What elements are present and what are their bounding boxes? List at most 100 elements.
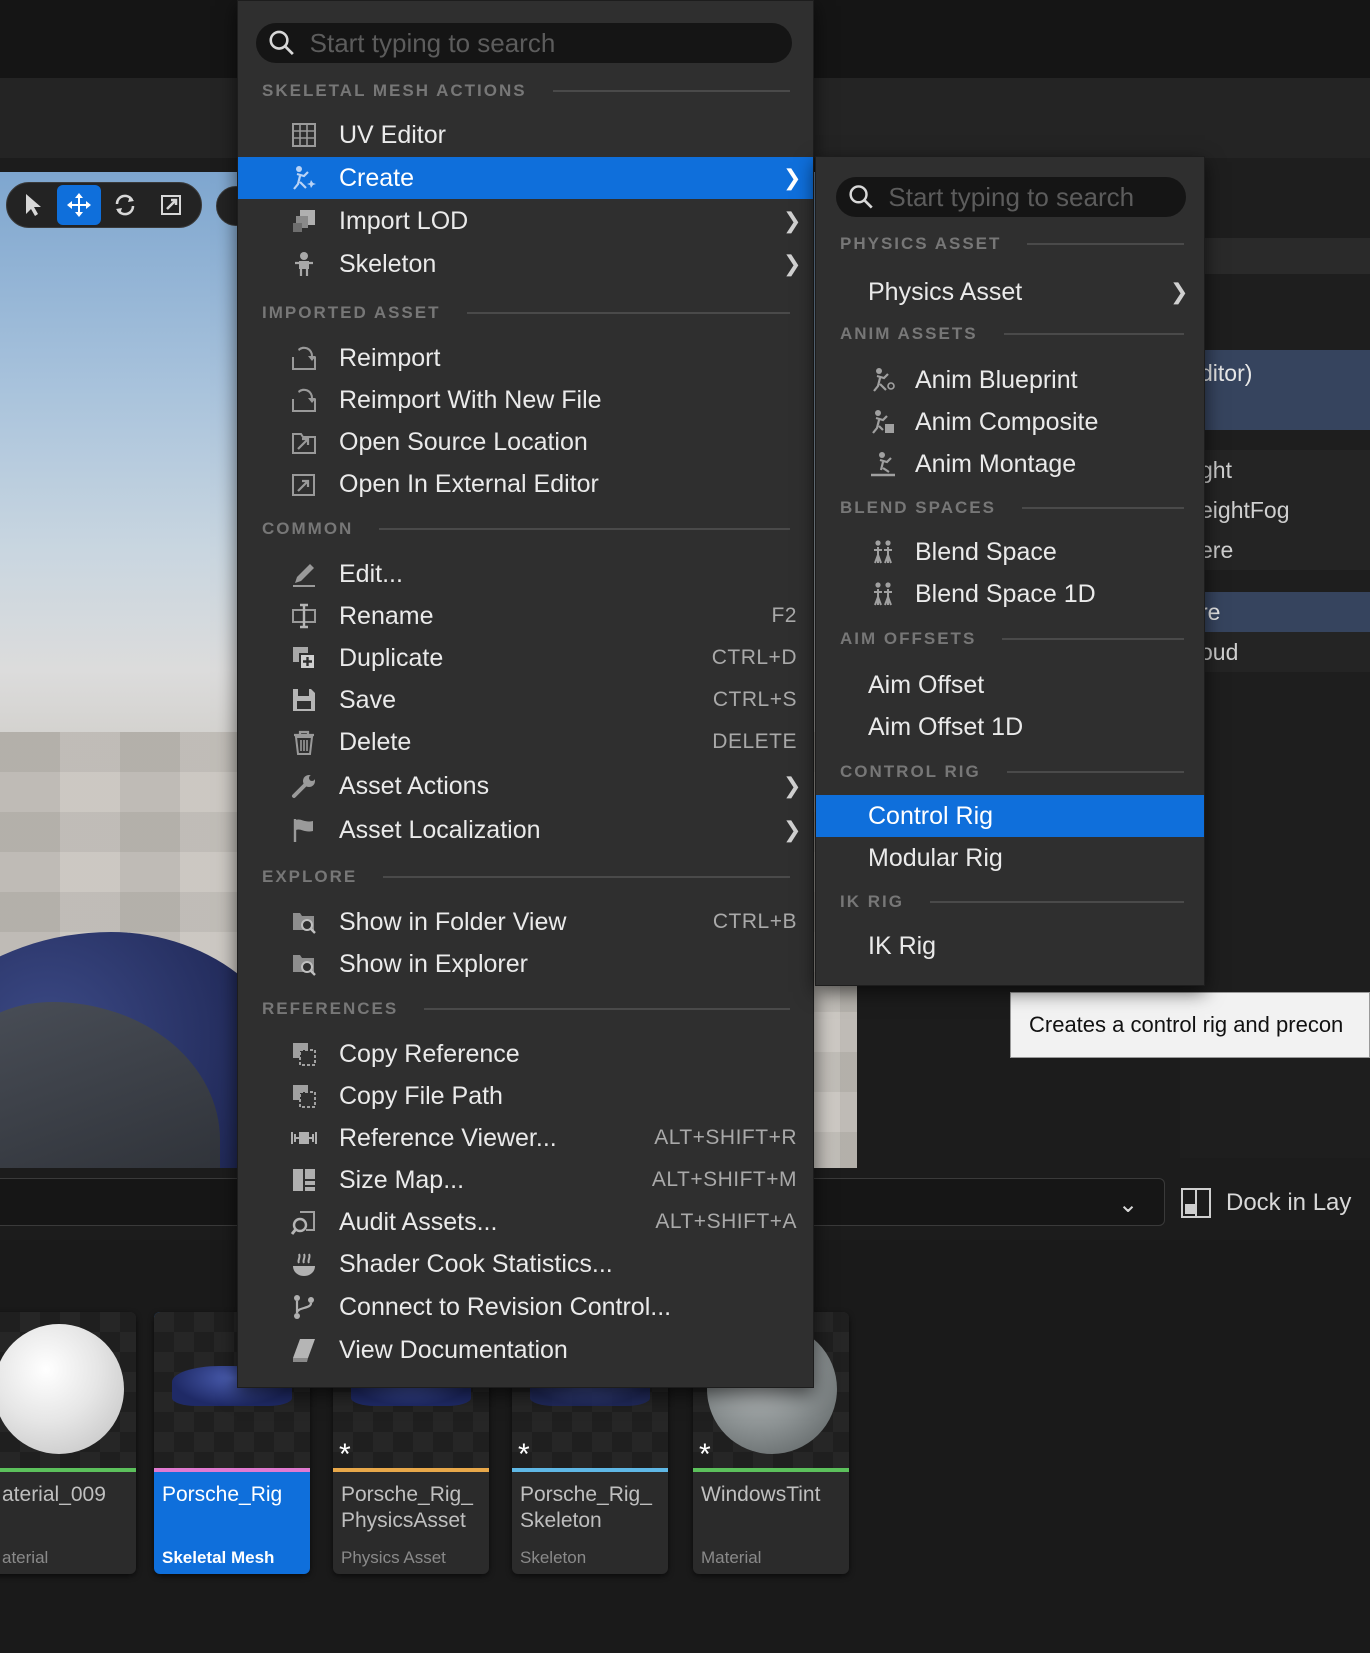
menu-item-control-rig[interactable]: Control Rig [816,795,1204,837]
menu-item-label: Skeleton [339,249,437,278]
menu-item-shader-cook-statistics[interactable]: Shader Cook Statistics... [238,1243,813,1285]
menu-item-copy-reference[interactable]: Copy Reference [238,1033,813,1075]
menu-item-size-map[interactable]: Size Map... ALT+SHIFT+M [238,1159,813,1201]
menu-search-field[interactable] [256,23,792,63]
outliner-row[interactable]: oud [1180,632,1370,672]
section-imported-asset: IMPORTED ASSET [262,301,790,325]
outliner-row[interactable]: ere [1180,530,1370,570]
menu-item-copy-file-path[interactable]: Copy File Path [238,1075,813,1117]
menu-item-blend-space[interactable]: Blend Space [816,531,1204,573]
menu-item-show-in-explorer[interactable]: Show in Explorer [238,943,813,985]
menu-item-reference-viewer[interactable]: Reference Viewer... ALT+SHIFT+R [238,1117,813,1159]
asset-name: Porsche_Rig [162,1483,283,1506]
menu-item-uv-editor[interactable]: UV Editor [238,114,813,156]
menu-item-audit-assets[interactable]: Audit Assets... ALT+SHIFT+A [238,1201,813,1243]
uv-grid-icon [289,120,319,150]
menu-item-label: Save [339,685,396,714]
asset-type-bar [693,1468,849,1472]
section-divider [1002,638,1184,640]
section-divider [1003,333,1184,335]
menu-item-import-lod[interactable]: Import LOD ❯ [238,200,813,242]
blend-space-1d-icon [868,579,898,609]
menu-item-create[interactable]: Create ❯ [238,157,813,199]
submenu-search-field[interactable] [836,177,1186,217]
section-title: COMMON [262,519,354,538]
create-sparkle-icon [289,163,319,193]
menu-item-edit[interactable]: Edit... [238,553,813,595]
external-link-icon [289,469,319,499]
menu-item-asset-actions[interactable]: Asset Actions ❯ [238,765,813,807]
audit-magnifier-icon [289,1207,319,1237]
reference-graph-icon [289,1123,319,1153]
asset-name: Porsche_Rig_ PhysicsAsset [341,1483,473,1532]
menu-item-aim-offset[interactable]: Aim Offset [816,664,1204,706]
menu-item-anim-montage[interactable]: Anim Montage [816,443,1204,485]
asset-type-bar [154,1468,310,1472]
menu-item-modular-rig[interactable]: Modular Rig [816,837,1204,879]
layout-icon [1181,1188,1211,1218]
outliner-row[interactable]: ditor) [1180,350,1370,430]
dock-in-layout-button[interactable]: Dock in Lay [1180,1178,1370,1228]
menu-item-anim-composite[interactable]: Anim Composite [816,401,1204,443]
menu-item-save[interactable]: Save CTRL+S [238,679,813,721]
menu-item-blend-space-1d[interactable]: Blend Space 1D [816,573,1204,615]
menu-item-duplicate[interactable]: Duplicate CTRL+D [238,637,813,679]
rotate-tool-button[interactable] [103,185,147,225]
outliner-row[interactable]: ght [1180,450,1370,490]
create-submenu: PHYSICS ASSET Physics Asset ❯ ANIM ASSET… [815,156,1205,986]
menu-item-open-source-location[interactable]: Open Source Location [238,421,813,463]
submenu-search-input[interactable] [888,181,1186,213]
menu-item-label: Anim Composite [915,407,1099,436]
section-aim-offsets: AIM OFFSETS [840,627,1184,651]
menu-item-label: Show in Folder View [339,907,567,936]
reimport-icon [289,343,319,373]
menu-item-open-external-editor[interactable]: Open In External Editor [238,463,813,505]
menu-item-shortcut: CTRL+D [711,646,797,669]
section-divider [1006,771,1184,773]
menu-item-view-documentation[interactable]: View Documentation [238,1329,813,1371]
menu-item-rename[interactable]: Rename F2 [238,595,813,637]
menu-item-shortcut: F2 [771,604,797,627]
menu-item-physics-asset[interactable]: Physics Asset ❯ [816,271,1204,313]
outliner-row[interactable]: eightFog [1180,490,1370,530]
menu-item-label: Create [339,163,415,192]
menu-item-delete[interactable]: Delete DELETE [238,721,813,763]
move-arrows-icon [67,193,91,217]
asset-tile[interactable]: aterial_009 aterial [0,1312,136,1574]
trash-icon [289,727,319,757]
menu-item-asset-localization[interactable]: Asset Localization ❯ [238,809,813,851]
menu-item-ik-rig[interactable]: IK Rig [816,925,1204,967]
material-sphere [0,1324,124,1454]
menu-item-anim-blueprint[interactable]: Anim Blueprint [816,359,1204,401]
outliner-row[interactable]: re [1180,592,1370,632]
menu-item-label: Shader Cook Statistics... [339,1249,613,1278]
menu-item-reimport-new-file[interactable]: Reimport With New File [238,379,813,421]
menu-item-connect-revision-control[interactable]: Connect to Revision Control... [238,1286,813,1328]
section-title: IK RIG [840,892,904,911]
menu-item-show-in-folder-view[interactable]: Show in Folder View CTRL+B [238,901,813,943]
unsaved-star-icon: * [699,1438,711,1471]
menu-search-input[interactable] [309,27,792,59]
chevron-right-icon: ❯ [783,773,802,798]
select-tool-button[interactable] [11,185,55,225]
menu-item-label: Modular Rig [868,843,1003,872]
tooltip-text: Creates a control rig and precon [1029,1012,1344,1037]
scale-tool-button[interactable] [149,185,193,225]
rotate-icon [115,194,135,216]
menu-item-label: Audit Assets... [339,1207,498,1236]
menu-item-skeleton[interactable]: Skeleton ❯ [238,243,813,285]
import-lod-icon [289,206,319,236]
pencil-icon [289,559,319,589]
section-explore: EXPLORE [262,865,790,889]
chevron-down-icon[interactable]: ⌄ [1118,1190,1138,1219]
translate-tool-button[interactable] [57,185,101,225]
section-title: AIM OFFSETS [840,629,977,648]
menu-item-aim-offset-1d[interactable]: Aim Offset 1D [816,706,1204,748]
menu-item-label: Delete [339,727,412,756]
flag-icon [289,815,319,845]
section-common: COMMON [262,517,790,541]
chevron-right-icon: ❯ [783,251,802,276]
chevron-right-icon: ❯ [1170,279,1189,304]
section-title: SKELETAL MESH ACTIONS [262,81,527,100]
menu-item-reimport[interactable]: Reimport [238,337,813,379]
